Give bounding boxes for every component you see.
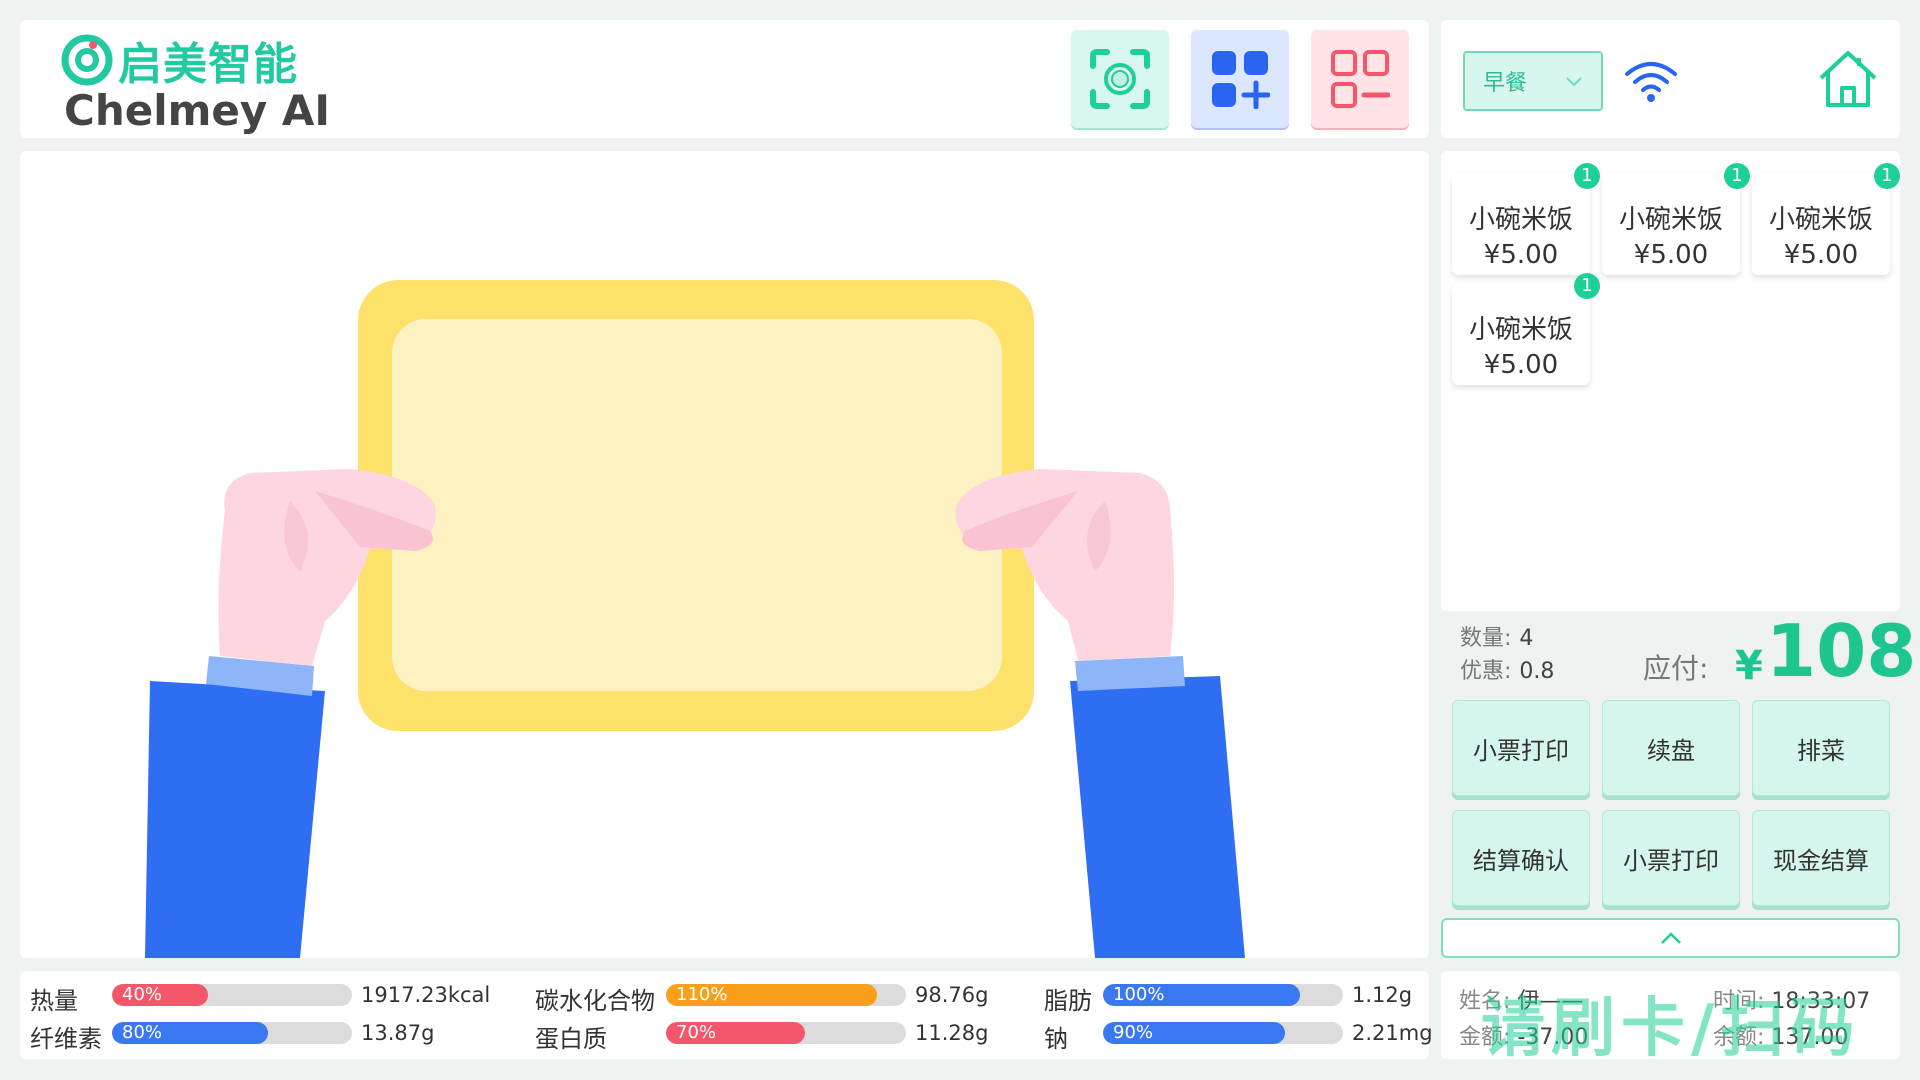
tray-illustration xyxy=(145,280,1245,958)
nutrient-value: 13.87g xyxy=(361,1021,435,1045)
nutrient-label: 钠 xyxy=(1044,1025,1068,1053)
item-name: 小碗米饭 xyxy=(1768,205,1873,235)
discount-value: 0.8 xyxy=(1519,659,1555,684)
home-icon[interactable] xyxy=(1817,48,1879,110)
nutrient-value: 98.76g xyxy=(915,983,989,1007)
name-value: 伊—— xyxy=(1517,989,1584,1014)
balance-label: 余额: xyxy=(1713,1025,1765,1050)
cart-item[interactable]: 1 小碗米饭 ¥5.00 xyxy=(1752,163,1900,275)
nutrient-fill: 40% xyxy=(112,984,208,1006)
quantity-row: 数量: 4 xyxy=(1460,620,1533,652)
time-label: 时间: xyxy=(1713,989,1765,1014)
chevron-up-icon xyxy=(1660,932,1681,944)
camera-scan-icon xyxy=(1090,49,1150,109)
cash-checkout-button[interactable]: 现金结算 xyxy=(1752,810,1890,906)
cart-item[interactable]: 1 小碗米饭 ¥5.00 xyxy=(1452,163,1600,275)
nutrient-label: 脂肪 xyxy=(1044,987,1092,1015)
discount-label: 优惠: xyxy=(1460,659,1512,684)
nutrient-fill: 110% xyxy=(666,984,878,1006)
wifi-icon xyxy=(1625,62,1677,102)
time-row: 时间: 18:33:07 xyxy=(1713,983,1870,1015)
amount-value: -37.00 xyxy=(1517,1025,1589,1050)
grid-add-icon xyxy=(1212,51,1270,109)
cart-item[interactable]: 1 小碗米饭 ¥5.00 xyxy=(1452,273,1600,385)
camera-view xyxy=(20,151,1429,958)
quantity-label: 数量: xyxy=(1460,626,1512,651)
item-count-badge: 1 xyxy=(1874,163,1900,189)
nutrient-value: 1.12g xyxy=(1352,983,1413,1007)
print-receipt-button-2[interactable]: 小票打印 xyxy=(1602,810,1740,906)
nutrient-fill: 80% xyxy=(112,1022,268,1044)
balance-row: 余额: 137.00 xyxy=(1713,1019,1848,1051)
nutrient-bar: 100% xyxy=(1103,984,1343,1006)
nutrient-bar: 70% xyxy=(666,1022,906,1044)
amount-label: 金额: xyxy=(1459,1025,1511,1050)
time-value: 18:33:07 xyxy=(1771,989,1871,1014)
quantity-value: 4 xyxy=(1519,626,1534,651)
name-label: 姓名: xyxy=(1459,989,1511,1014)
nutrient-fill: 100% xyxy=(1103,984,1300,1006)
amount-due-value: 108 xyxy=(1766,609,1917,693)
brand-logo: 启美智能 Chelmey AI xyxy=(60,28,330,135)
nutrient-fill: 70% xyxy=(666,1022,806,1044)
item-count-badge: 1 xyxy=(1724,163,1750,189)
amount-due-label: 应付: xyxy=(1643,652,1709,685)
nutrient-value: 2.21mg xyxy=(1352,1021,1433,1045)
item-name: 小碗米饭 xyxy=(1618,205,1723,235)
item-price: ¥5.00 xyxy=(1483,240,1559,270)
balance-value: 137.00 xyxy=(1771,1025,1849,1050)
item-price: ¥5.00 xyxy=(1783,240,1859,270)
nutrient-bar: 90% xyxy=(1103,1022,1343,1044)
nutrient-fill: 90% xyxy=(1103,1022,1286,1044)
chevron-down-icon xyxy=(1566,77,1582,87)
scan-button[interactable] xyxy=(1071,30,1169,128)
nutrient-bar: 110% xyxy=(666,984,906,1006)
amount-row: 金额: -37.00 xyxy=(1459,1019,1588,1051)
remove-dish-button[interactable] xyxy=(1311,30,1409,128)
card-info-panel: 姓名: 伊—— 金额: -37.00 时间: 18:33:07 余额: 137.… xyxy=(1441,971,1900,1066)
arrange-dishes-button[interactable]: 排菜 xyxy=(1752,700,1890,796)
add-dish-button[interactable] xyxy=(1191,30,1289,128)
print-receipt-button[interactable]: 小票打印 xyxy=(1452,700,1590,796)
brand-name-en: Chelmey AI xyxy=(64,86,330,135)
continue-tray-button[interactable]: 续盘 xyxy=(1602,700,1740,796)
meal-select-value: 早餐 xyxy=(1483,71,1528,96)
item-name: 小碗米饭 xyxy=(1468,205,1573,235)
nutrient-value: 11.28g xyxy=(915,1021,989,1045)
nutrient-bar: 40% xyxy=(112,984,352,1006)
nutrient-bar: 80% xyxy=(112,1022,352,1044)
cart-item[interactable]: 1 小碗米饭 ¥5.00 xyxy=(1602,163,1750,275)
item-price: ¥5.00 xyxy=(1633,240,1709,270)
logo-mark-icon xyxy=(61,34,113,86)
item-price: ¥5.00 xyxy=(1483,350,1559,380)
discount-row: 优惠: 0.8 xyxy=(1460,653,1554,685)
nutrition-panel: 热量 40% 1917.23kcal 纤维素 80% 13.87g 碳水化合物 … xyxy=(20,971,1433,1059)
nutrient-value: 1917.23kcal xyxy=(361,983,491,1007)
item-count-badge: 1 xyxy=(1574,273,1600,299)
nutrient-label: 蛋白质 xyxy=(535,1025,607,1053)
currency-symbol: ¥ xyxy=(1735,643,1763,689)
confirm-checkout-button[interactable]: 结算确认 xyxy=(1452,810,1590,906)
grid-remove-icon xyxy=(1331,50,1390,108)
header-bar: 启美智能 Chelmey AI xyxy=(20,20,1429,138)
collapse-toggle[interactable] xyxy=(1441,918,1900,958)
cart-panel: 1 小碗米饭 ¥5.00 1 小碗米饭 ¥5.00 1 小碗米饭 ¥5.00 1… xyxy=(1441,151,1900,611)
nutrient-label: 纤维素 xyxy=(30,1025,102,1053)
order-totals: 数量: 4 优惠: 0.8 应付: ¥ 108 xyxy=(1460,609,1916,695)
brand-name-cn: 启美智能 xyxy=(118,39,298,90)
nutrient-label: 碳水化合物 xyxy=(535,987,655,1015)
meal-select[interactable]: 早餐 xyxy=(1463,51,1603,111)
nutrient-label: 热量 xyxy=(30,987,78,1015)
item-name: 小碗米饭 xyxy=(1468,315,1573,345)
name-row: 姓名: 伊—— xyxy=(1459,983,1583,1015)
header-right: 早餐 xyxy=(1441,20,1900,138)
item-count-badge: 1 xyxy=(1574,163,1600,189)
